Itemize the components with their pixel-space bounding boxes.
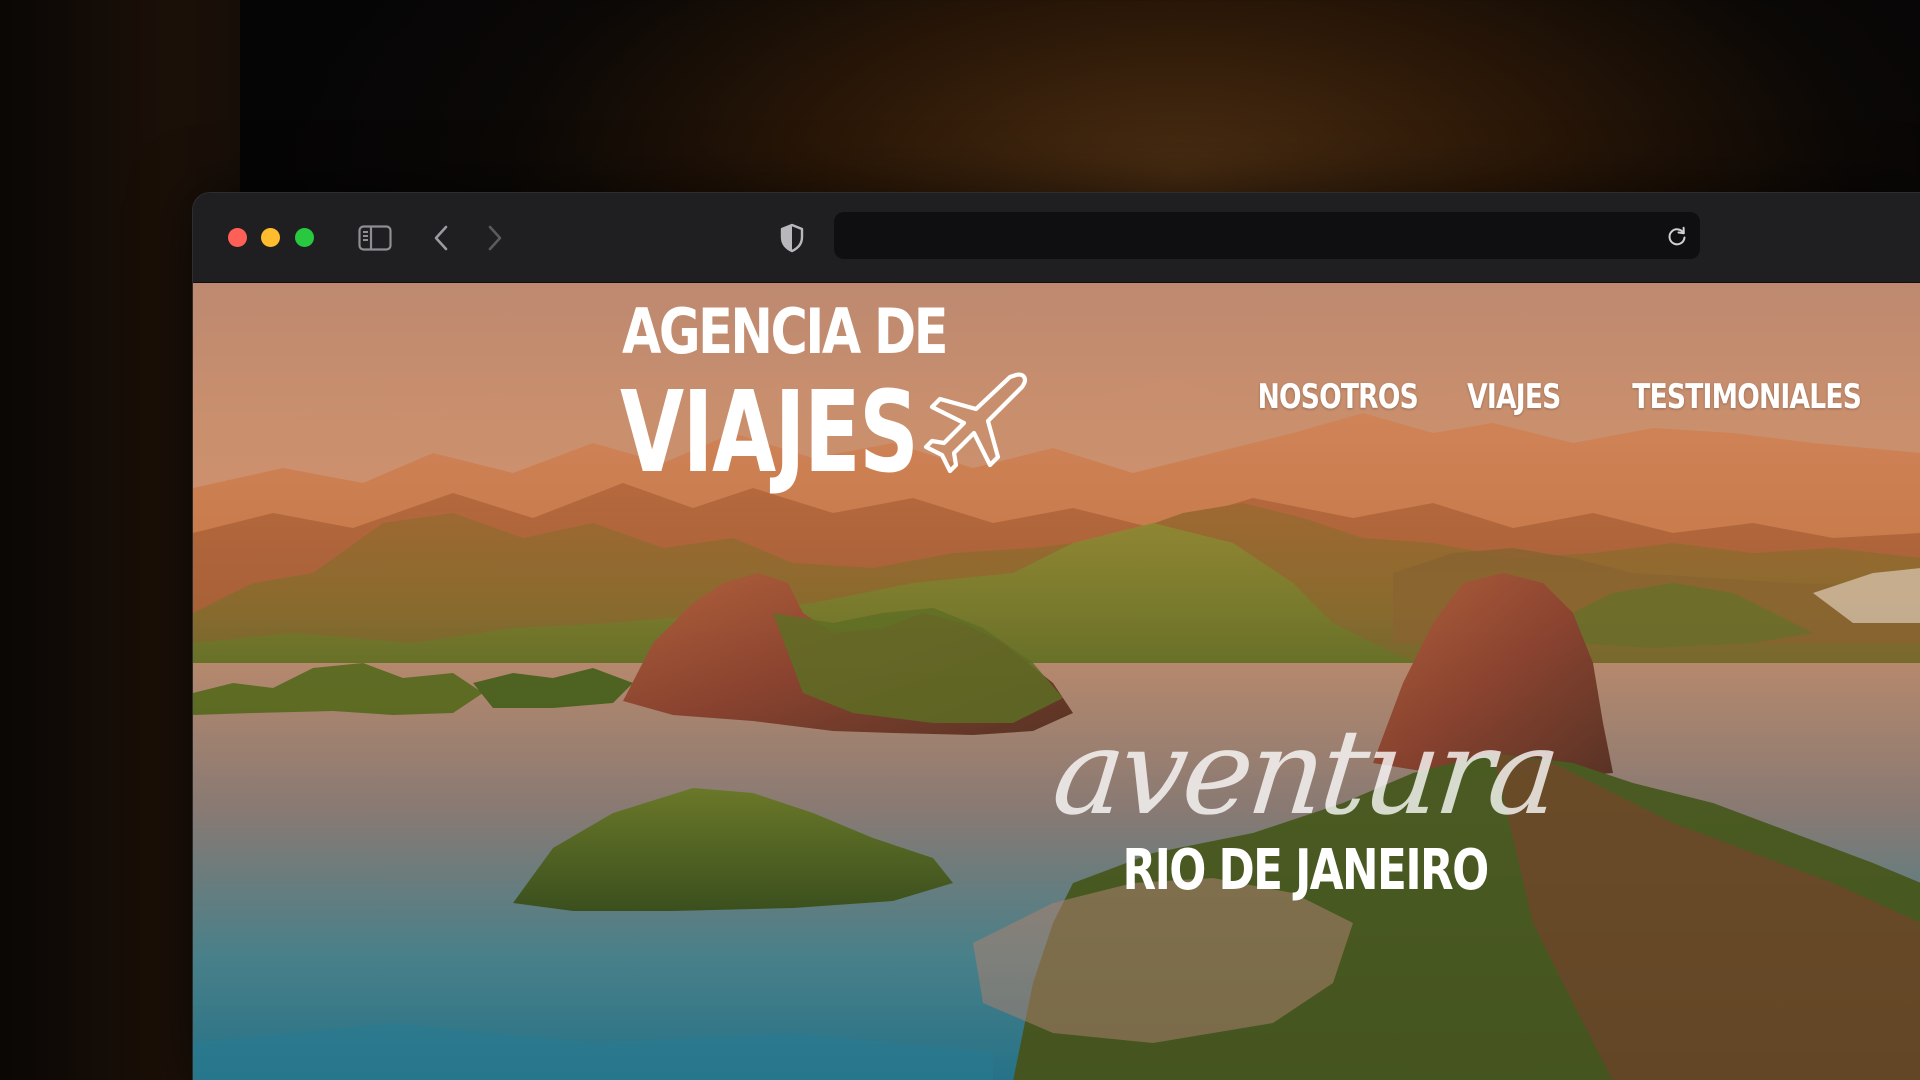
forward-button[interactable] [481, 221, 509, 255]
browser-window: AGENCIA DE VIAJES NOSOTROS VIAJES TESTIM… [192, 192, 1920, 1080]
sidebar-icon [358, 225, 392, 251]
airplane-icon [923, 372, 1027, 474]
hero-destination-text: RIO DE JANEIRO [1122, 838, 1489, 903]
chevron-left-icon [434, 225, 448, 251]
window-close-button[interactable] [228, 228, 247, 247]
web-page: AGENCIA DE VIAJES NOSOTROS VIAJES TESTIM… [193, 283, 1920, 1080]
logo-line-1: AGENCIA DE [622, 295, 948, 368]
back-button[interactable] [427, 221, 455, 255]
chevron-right-icon [488, 225, 502, 251]
address-bar[interactable] [834, 212, 1700, 261]
main-nav: NOSOTROS VIAJES TESTIMONIALES [1235, 377, 1893, 417]
nav-link-viajes[interactable]: VIAJES [1467, 377, 1561, 417]
logo-line-2: VIAJES [620, 368, 919, 498]
nav-link-nosotros[interactable]: NOSOTROS [1257, 377, 1418, 417]
window-maximize-button[interactable] [295, 228, 314, 247]
shield-icon [780, 223, 804, 253]
nav-link-testimoniales[interactable]: TESTIMONIALES [1632, 377, 1862, 417]
privacy-report-button[interactable] [777, 221, 807, 255]
hero-tagline: aventura [1047, 703, 1563, 841]
url-input[interactable] [850, 212, 1634, 261]
browser-toolbar [193, 193, 1920, 283]
sidebar-toggle-button[interactable] [357, 221, 393, 255]
hero-destination: RIO DE JANEIRO [1045, 843, 1565, 899]
reload-button[interactable] [1664, 223, 1690, 249]
reload-icon [1668, 226, 1686, 246]
window-minimize-button[interactable] [261, 228, 280, 247]
site-logo[interactable]: AGENCIA DE VIAJES [620, 295, 1050, 495]
